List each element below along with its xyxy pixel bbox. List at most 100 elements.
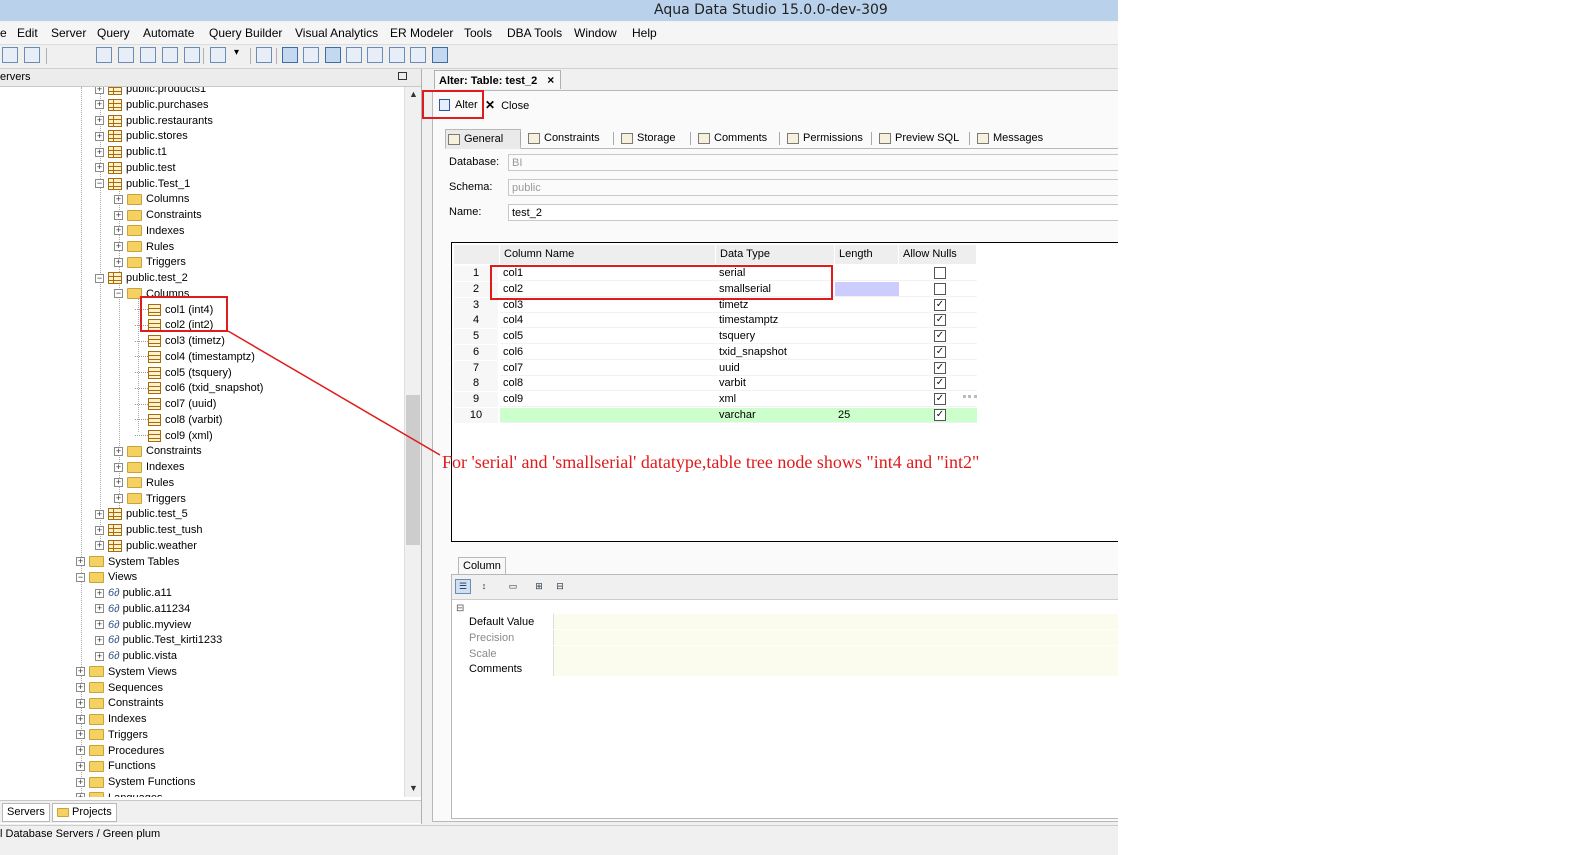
menu-edit[interactable]: Edit: [17, 26, 38, 40]
tree-node[interactable]: + public.t1: [95, 144, 167, 160]
expand-icon[interactable]: +: [114, 242, 123, 252]
expand-icon[interactable]: +: [95, 116, 104, 126]
tree-node[interactable]: + public.weather: [95, 538, 197, 554]
allow-nulls-checkbox[interactable]: ✓: [934, 298, 946, 311]
tab-servers[interactable]: Servers: [2, 803, 50, 822]
collapse-all-icon[interactable]: ⊟: [552, 579, 568, 594]
cell-length[interactable]: [835, 392, 899, 407]
menu-er-modeler[interactable]: ER Modeler: [390, 26, 453, 40]
cell-length[interactable]: [835, 298, 899, 313]
close-button[interactable]: ✕ Close: [485, 96, 529, 114]
tab-preview-sql[interactable]: Preview SQL: [877, 129, 971, 147]
tree-node[interactable]: col3 (timetz): [135, 333, 225, 349]
register-server-icon[interactable]: [24, 47, 40, 63]
expand-icon[interactable]: +: [76, 698, 85, 708]
cell-length[interactable]: 25: [835, 407, 899, 423]
query-analyzer-icon[interactable]: [96, 47, 112, 63]
tab-projects[interactable]: Projects: [52, 803, 117, 822]
expand-icon[interactable]: +: [76, 746, 85, 756]
text-view-icon[interactable]: [389, 47, 405, 63]
scroll-up-icon[interactable]: ▲: [409, 89, 418, 99]
collapse-icon[interactable]: −: [114, 289, 123, 299]
table-row[interactable]: 8 col8 varbit ✓: [454, 376, 977, 392]
tree-node[interactable]: col6 (txid_snapshot): [135, 380, 263, 396]
cell-data-type[interactable]: varbit: [716, 376, 835, 392]
tab-storage[interactable]: Storage: [619, 129, 691, 147]
tree-node[interactable]: + Indexes: [114, 459, 185, 475]
name-field[interactable]: test_2: [508, 204, 1118, 221]
menu-visual-analytics[interactable]: Visual Analytics: [295, 26, 378, 40]
tree-node[interactable]: + Triggers: [114, 491, 186, 507]
cell-column-name[interactable]: col4: [500, 313, 716, 329]
tab-messages[interactable]: Messages: [975, 129, 1059, 147]
expand-icon[interactable]: +: [95, 620, 104, 630]
expand-icon[interactable]: +: [114, 446, 123, 456]
database-field[interactable]: BI: [508, 154, 1118, 171]
cell-column-name[interactable]: col8: [500, 376, 716, 392]
tree-node[interactable]: + Languages: [76, 790, 162, 797]
cell-length[interactable]: [835, 376, 899, 392]
menu-query-builder[interactable]: Query Builder: [209, 26, 282, 40]
tab-constraints[interactable]: Constraints: [526, 129, 614, 147]
menu-tools[interactable]: Tools: [464, 26, 492, 40]
tree-node[interactable]: + System Functions: [76, 774, 195, 790]
tree-node[interactable]: + Indexes: [76, 711, 147, 727]
cell-length[interactable]: [835, 329, 899, 344]
collapse-category-icon[interactable]: ⊟: [456, 603, 464, 614]
tab-permissions[interactable]: Permissions: [785, 129, 873, 147]
categorized-icon[interactable]: ☰: [455, 579, 471, 594]
tree-node[interactable]: +6∂ public.a11234: [95, 601, 190, 617]
sort-az-icon[interactable]: ↕: [476, 579, 492, 594]
property-row[interactable]: Default Value: [452, 614, 1118, 630]
tab-column[interactable]: Column: [458, 557, 506, 574]
allow-nulls-checkbox[interactable]: [934, 267, 946, 279]
cell-column-name[interactable]: [500, 407, 716, 423]
tab-comments[interactable]: Comments: [696, 129, 780, 147]
cell-column-name[interactable]: col7: [500, 361, 716, 376]
expand-icon[interactable]: +: [114, 478, 123, 488]
allow-nulls-checkbox[interactable]: ✓: [934, 314, 946, 327]
tree-node[interactable]: +6∂ public.a11: [95, 585, 172, 601]
expand-icon[interactable]: +: [114, 210, 123, 220]
new-connection-icon[interactable]: [2, 47, 18, 63]
cell-length[interactable]: [835, 361, 899, 376]
expand-all-icon[interactable]: ⊞: [531, 579, 547, 594]
allow-nulls-checkbox[interactable]: [934, 282, 946, 295]
tree-node[interactable]: + public.test_5: [95, 506, 188, 522]
tile-view-icon[interactable]: [325, 47, 341, 63]
allow-nulls-checkbox[interactable]: ✓: [934, 361, 946, 374]
expand-icon[interactable]: +: [76, 714, 85, 724]
tree-node[interactable]: + Constraints: [114, 207, 202, 223]
menu-query[interactable]: Query: [97, 26, 130, 40]
column-header-length[interactable]: Length: [835, 245, 899, 264]
expand-icon[interactable]: +: [95, 541, 104, 551]
expand-icon[interactable]: +: [76, 777, 85, 787]
tree-node[interactable]: +6∂ public.Test_kirti1233: [95, 632, 222, 648]
tree-node[interactable]: + Columns: [114, 191, 189, 207]
dropdown-icon[interactable]: ▾: [234, 47, 250, 63]
property-value[interactable]: [553, 614, 1118, 629]
table-row[interactable]: 10 varchar 25 ✓: [454, 407, 977, 423]
tree-node[interactable]: + Rules: [114, 475, 174, 491]
allow-nulls-checkbox[interactable]: ✓: [934, 393, 946, 405]
layout-view-icon[interactable]: [432, 47, 448, 63]
cascade-view-icon[interactable]: [410, 47, 426, 63]
tree-node[interactable]: col5 (tsquery): [135, 365, 232, 381]
grid-view-icon[interactable]: [282, 47, 298, 63]
tree-node[interactable]: + System Tables: [76, 554, 179, 570]
expand-icon[interactable]: +: [114, 494, 123, 504]
expand-icon[interactable]: +: [95, 100, 104, 110]
menu-e[interactable]: e: [0, 26, 7, 40]
cell-length[interactable]: [835, 266, 899, 281]
tree-scrollbar[interactable]: ▲ ▼: [404, 87, 421, 797]
tree-node[interactable]: + Rules: [114, 239, 174, 255]
expand-icon[interactable]: +: [95, 131, 104, 141]
table-row[interactable]: 4 col4 timestamptz ✓: [454, 313, 977, 329]
server-tree[interactable]: + public.products1 + public.purchases + publi…: [0, 87, 404, 797]
cell-column-name[interactable]: col6: [500, 345, 716, 360]
allow-nulls-checkbox[interactable]: ✓: [934, 408, 946, 421]
expand-icon[interactable]: +: [76, 667, 85, 677]
expand-icon[interactable]: +: [76, 557, 85, 567]
tree-node[interactable]: + Procedures: [76, 743, 164, 759]
tree-node[interactable]: + public.products1: [95, 87, 206, 97]
